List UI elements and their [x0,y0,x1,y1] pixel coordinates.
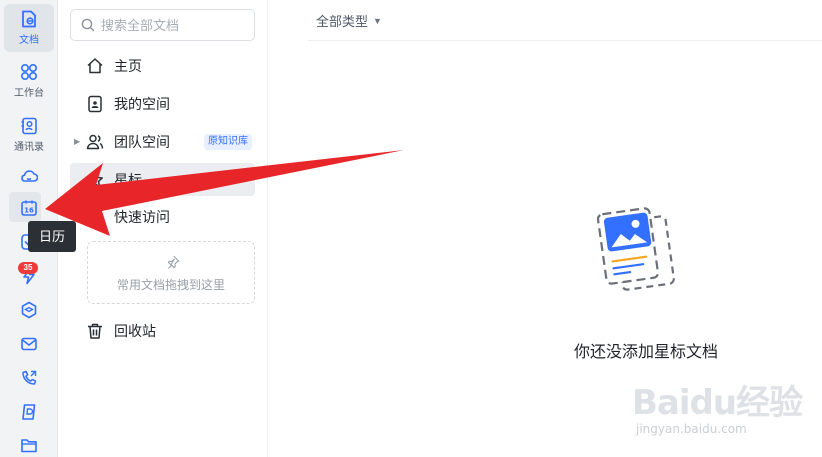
rail-label-contacts: 通讯录 [14,142,44,153]
watermark-url: jingyan.baidu.com [636,422,747,436]
type-filter-dropdown[interactable]: 全部类型 ▼ [316,11,382,30]
drop-zone-hint: 常用文档拖拽到这里 [116,278,225,292]
calendar-day-number: 16 [24,207,34,215]
empty-state-illustration [596,207,675,291]
document-icon [22,10,36,28]
rail-item-calendar[interactable]: 16 [0,199,58,217]
rail-item-contacts[interactable]: 通讯录 [0,117,58,153]
expand-caret-icon[interactable]: ▶ [74,137,80,146]
contacts-icon [21,117,37,135]
rail-item-mail[interactable] [0,335,58,353]
nav-item-quick-access[interactable]: ▼ 快速访问 [70,200,255,233]
doc-d-icon [22,404,36,420]
grid-apps-icon [20,63,38,81]
calendar-icon: 16 [21,200,37,216]
search-input[interactable] [101,17,251,33]
nav-label-starred: 星标 [114,171,142,188]
notification-badge: 35 [18,262,38,274]
cloud-icon [21,170,38,182]
docs-side-panel: 主页 我的空间 ▶ 团队空间 原知识库 星标 ▼ 快速访问 常用文档拖拽到这里 … [58,0,268,457]
team-icon [86,134,104,150]
rail-item-workbench[interactable]: 工作台 [0,63,58,99]
quick-access-drop-zone[interactable]: 常用文档拖拽到这里 [87,241,255,304]
nav-item-home[interactable]: 主页 [70,49,255,82]
search-box[interactable] [70,9,255,41]
pin-icon [88,209,104,226]
rail-item-docs[interactable]: 文档 [0,4,58,52]
chevron-down-icon: ▼ [373,15,382,26]
nav-label-quick-access: 快速访问 [114,208,170,225]
search-icon [81,18,95,32]
rail-item-doc-d[interactable] [0,403,58,421]
cube-icon [21,301,37,319]
my-space-icon [88,95,102,113]
nav-item-trash[interactable]: 回收站 [70,314,255,347]
star-icon [87,172,103,188]
nav-label-my-space: 我的空间 [114,95,170,112]
nav-item-my-space[interactable]: 我的空间 [70,87,255,120]
type-filter-label: 全部类型 [316,14,369,29]
rail-item-folder[interactable] [0,436,58,454]
baidu-jingyan-watermark: Baidu经验 jingyan.baidu.com [632,375,803,436]
mail-icon [21,337,37,351]
rail-item-cloud[interactable] [0,167,58,185]
home-icon [87,58,103,74]
rail-label-workbench: 工作台 [14,88,44,99]
rail-label-docs: 文档 [19,35,39,46]
collapse-caret-icon[interactable]: ▼ [74,212,82,221]
watermark-brand: Baidu经验 [632,383,803,423]
nav-label-home: 主页 [114,57,142,74]
rail-item-cube[interactable] [0,301,58,319]
nav-label-trash: 回收站 [114,322,156,339]
phone-icon [22,370,37,385]
header-divider [308,40,822,41]
nav-item-starred[interactable]: 星标 [70,163,255,196]
trash-icon [88,323,102,339]
empty-state-message: 你还没添加星标文档 [573,344,718,361]
calendar-tooltip: 日历 [28,221,76,252]
legacy-kb-tag: 原知识库 [204,134,252,150]
nav-item-team-space[interactable]: ▶ 团队空间 原知识库 [70,125,255,158]
pin-icon [167,255,180,269]
rail-item-phone[interactable] [0,369,58,387]
folder-icon [21,439,37,453]
nav-label-team-space: 团队空间 [114,133,170,150]
